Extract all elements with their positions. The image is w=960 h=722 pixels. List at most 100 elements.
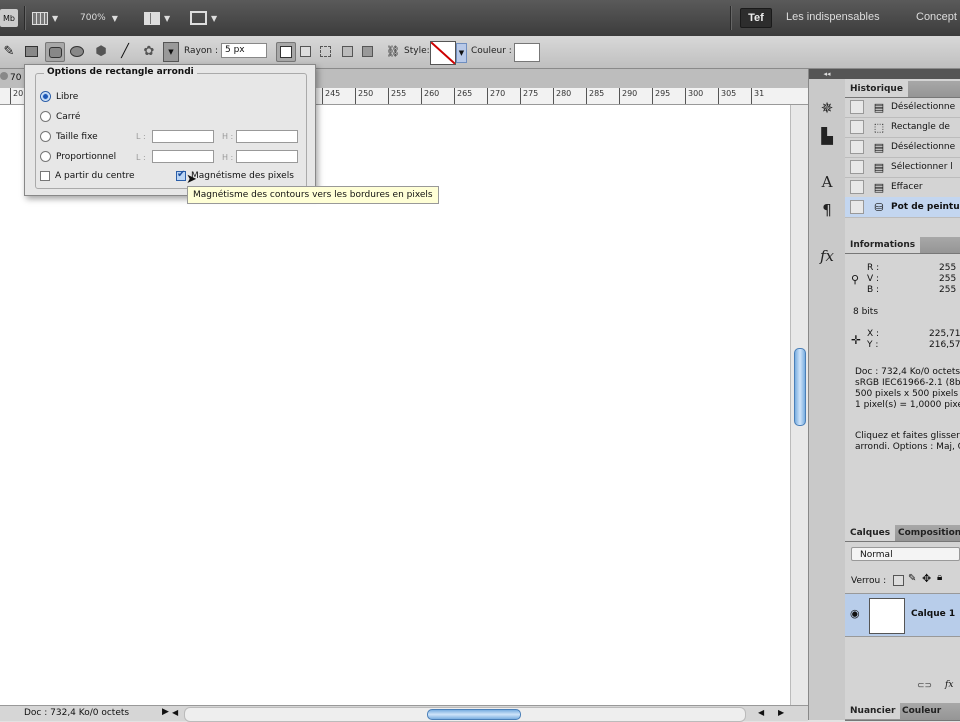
ellipse-shape-button[interactable] [68,42,86,60]
scroll-right-icon[interactable]: ▶ [778,708,784,717]
lock-transparency-icon[interactable] [893,575,904,586]
history-snapshot-box[interactable] [850,160,864,174]
tab-layers[interactable]: Calques [845,525,896,541]
lock-image-icon[interactable]: ✎ [908,573,916,584]
arrange-documents-button[interactable]: ▼ [144,9,170,27]
arrange-icon [144,11,160,25]
vertical-scrollbar[interactable] [790,105,809,705]
rounded-rectangle-options-popup: Options de rectangle arrondi Libre Carré… [24,64,316,196]
history-snapshot-box[interactable] [850,100,864,114]
checkbox-checked-icon: ✔ [176,169,186,181]
history-snapshot-box[interactable] [850,200,864,214]
horizontal-scroll-thumb[interactable] [427,709,521,720]
style-dropdown[interactable]: ▼ [456,43,467,63]
exclude-shape-button[interactable] [358,42,376,60]
workspace-tef-button[interactable]: Tef [740,8,772,28]
eye-icon[interactable]: ◉ [850,607,860,620]
collapse-panels-icon[interactable]: ◂◂ [809,69,845,79]
paragraph-icon[interactable]: ¶ [818,201,836,219]
checkbox-from-center[interactable]: A partir du centre [40,171,135,181]
add-to-shape-button[interactable] [296,42,314,60]
radio-free[interactable]: Libre [40,91,78,102]
history-snapshot-box[interactable] [850,120,864,134]
layer-row[interactable]: ◉ Calque 1 [845,593,960,637]
tab-layer-comps[interactable]: Compositions [893,525,960,541]
ruler-tick: 31 [751,88,764,104]
radio-free-label: Libre [56,91,79,102]
geometry-options-dropdown[interactable]: ▼ [163,42,179,62]
fx-icon[interactable]: fx [945,680,953,690]
tab-swatches[interactable]: Nuancier [845,703,901,719]
layer-thumbnail [869,598,905,634]
info-hint-line1: Cliquez et faites glisser [855,431,960,441]
workspace-essentials-button[interactable]: Les indispensables [786,11,880,23]
scroll-left-icon[interactable]: ◀ [172,708,178,717]
workspace-essentials-label: Les indispensables [786,11,880,23]
ruler-tick: 250 [355,88,373,104]
radius-input[interactable]: 5 px [221,43,267,58]
tab-history[interactable]: Historique [845,81,908,97]
tab-info[interactable]: Informations [845,237,921,253]
history-snapshot-box[interactable] [850,180,864,194]
proportional-height-input[interactable] [236,150,298,163]
zoom-level-dropdown[interactable]: 700% ▼ [80,9,118,27]
styles-fx-icon[interactable]: fx [818,247,836,265]
style-swatch[interactable] [430,41,456,65]
lock-all-icon[interactable]: 🔒︎ [937,572,942,583]
mini-bridge-button[interactable]: Mb [0,9,18,27]
radio-fixed-size[interactable]: Taille fixe [40,131,98,142]
ellipse-icon [70,45,84,57]
history-item[interactable]: ▤ Sélectionner l [845,157,960,178]
blend-mode-select[interactable]: Normal [851,547,960,561]
info-x-value: 225,71 [929,329,960,339]
add-shape-icon [299,45,311,57]
view-extras-button[interactable]: ▼ [32,9,58,27]
fixed-height-input[interactable] [236,130,298,143]
history-snapshot-box[interactable] [850,140,864,154]
history-item[interactable]: ▤ Effacer [845,177,960,198]
pen-icon: ✎ [3,43,15,59]
history-item[interactable]: ▤ Désélectionne [845,137,960,158]
intersect-shape-button[interactable] [338,42,356,60]
tab-color-label: Couleur [902,706,942,716]
fixed-width-input[interactable] [152,130,214,143]
rounded-rectangle-shape-button[interactable] [45,42,65,62]
rectangle-icon [24,45,38,57]
pen-tool-button[interactable]: ✎ [0,42,18,60]
checkbox-icon [40,171,50,181]
vertical-scroll-thumb[interactable] [794,348,806,426]
document-tab[interactable]: 70 [0,72,21,83]
screen-mode-button[interactable]: ▼ [190,9,217,27]
new-shape-layer-button[interactable] [276,42,296,62]
line-shape-button[interactable]: ╱ [116,42,134,60]
subtract-shape-button[interactable] [316,42,334,60]
histogram-icon[interactable]: ▙ [818,127,836,145]
history-item[interactable]: ⬚ Rectangle de [845,117,960,138]
history-item[interactable]: ⛁ Pot de peintu [845,197,960,218]
character-icon[interactable]: A [818,173,836,191]
rectangle-shape-button[interactable] [22,42,40,60]
link-button[interactable]: ⛓ [384,42,402,60]
ruler-tick: 295 [652,88,670,104]
proportional-width-input[interactable] [152,150,214,163]
options-group: Options de rectangle arrondi Libre Carré… [35,67,307,189]
link-layers-icon[interactable]: ⊂⊃ [917,681,932,691]
document-tab-label: 70 [10,73,22,83]
polygon-shape-button[interactable]: ⬢ [92,42,110,60]
navigator-icon[interactable]: ✵ [818,99,836,117]
radio-proportional[interactable]: Proportionnel [40,151,116,162]
tab-color[interactable]: Couleur [897,703,946,719]
scroll-left-icon[interactable]: ◀ [758,708,764,717]
status-menu-arrow-icon[interactable]: ▶ [162,707,169,717]
history-item-label: Pot de peintu [891,202,960,212]
lock-position-icon[interactable]: ✥ [922,572,931,585]
workspace-design-button[interactable]: Concept [916,11,957,23]
screen-mode-icon [190,11,207,25]
color-swatch[interactable] [514,43,540,62]
history-item[interactable]: ▤ Désélectionne [845,97,960,118]
custom-shape-button[interactable]: ✿ [140,42,158,60]
info-hint-line2: arrondi. Options : Maj, O [855,442,960,452]
blend-mode-value: Normal [860,550,893,560]
radio-square[interactable]: Carré [40,111,80,122]
separator [730,6,732,30]
